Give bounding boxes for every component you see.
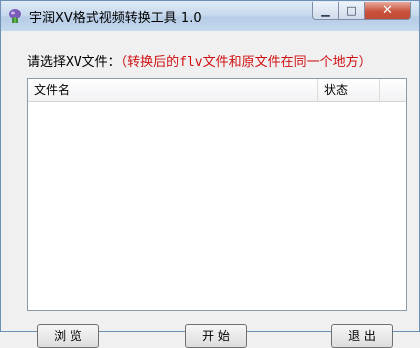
title-bar[interactable]: 宇润XV格式视频转换工具 1.0 ▁ □ ✕ [1,1,419,31]
prompt-label: 请选择XV文件： [27,55,121,70]
column-header-filler [380,79,406,101]
start-button[interactable]: 开 始 [185,324,247,348]
close-icon: ✕ [382,3,393,18]
maximize-button[interactable]: □ [339,2,365,20]
close-button[interactable]: ✕ [365,2,411,20]
file-select-prompt: 请选择XV文件：（转换后的flv文件和原文件在同一个地方） [27,51,372,70]
browse-button[interactable]: 浏 览 [37,324,99,348]
window-title: 宇润XV格式视频转换工具 1.0 [29,11,202,26]
column-header-status[interactable]: 状态 [318,79,380,101]
file-list[interactable]: 文件名 状态 [27,78,407,311]
exit-button[interactable]: 退 出 [331,324,393,348]
prompt-note: （转换后的flv文件和原文件在同一个地方） [120,55,372,70]
list-header: 文件名 状态 [28,79,406,102]
column-header-filename[interactable]: 文件名 [28,79,318,101]
minimize-icon: ▁ [321,4,330,17]
app-window: 宇润XV格式视频转换工具 1.0 ▁ □ ✕ 请选择XV文件：（转换后的flv文… [0,0,420,348]
app-icon [7,8,23,24]
maximize-icon: □ [346,4,357,17]
minimize-button[interactable]: ▁ [312,2,339,20]
